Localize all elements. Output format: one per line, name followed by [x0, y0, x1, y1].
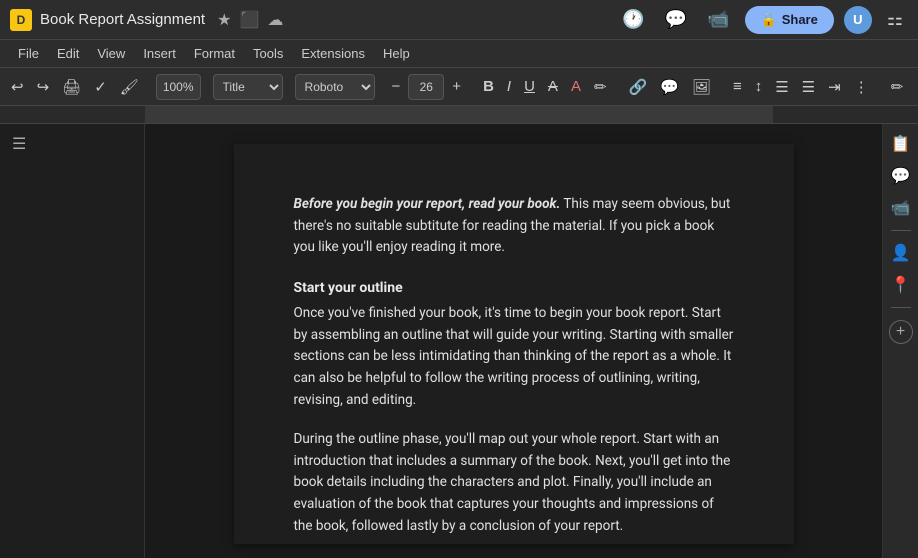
clear-format-button[interactable]: ⋮ [849, 75, 874, 99]
sidebar-toggle-button[interactable]: ☰ [12, 134, 26, 154]
star-icon[interactable]: ★ [217, 10, 231, 30]
font-size-minus-button[interactable]: − [387, 75, 406, 98]
spellcheck-button[interactable]: ✓ [89, 75, 112, 99]
para2-text: Once you've finished your book, it's tim… [294, 305, 734, 407]
menu-view[interactable]: View [89, 43, 133, 64]
voice-button[interactable]: ▲ [911, 75, 918, 98]
clipboard-icon[interactable]: 📋 [887, 130, 915, 158]
ruler-inner [145, 106, 773, 123]
font-size-input[interactable] [408, 74, 444, 100]
share-button[interactable]: 🔒 Share [745, 6, 834, 34]
maps-icon[interactable]: 📍 [887, 271, 915, 299]
bold-button[interactable]: B [478, 75, 499, 98]
para1-bold-italic: Before you begin your report, read your … [294, 196, 561, 212]
apps-icon[interactable]: ⚏ [882, 6, 908, 33]
menu-file[interactable]: File [10, 43, 47, 64]
menu-insert[interactable]: Insert [135, 43, 184, 64]
font-selector[interactable]: Roboto Arial Times New Roman [295, 74, 375, 100]
document-area[interactable]: Before you begin your report, read your … [145, 124, 882, 558]
linespace-button[interactable]: ↕ [750, 75, 768, 98]
paragraph-2: Start your outline Once you've finished … [294, 277, 734, 411]
right-panel: 📋 💬 📹 👤 📍 + [882, 124, 918, 558]
avatar[interactable]: U [844, 6, 872, 34]
strikethrough-button[interactable]: A [543, 75, 563, 98]
align-button[interactable]: ≡ [728, 75, 747, 98]
link-button[interactable]: 🔗 [624, 75, 653, 99]
right-divider [891, 230, 911, 231]
title-right: 🕐 💬 📹 🔒 Share U ⚏ [617, 6, 908, 34]
font-color-button[interactable]: A [566, 75, 586, 98]
indent-button[interactable]: ⇥ [823, 75, 846, 99]
checklist-button[interactable]: ☰ [770, 75, 793, 99]
document-page: Before you begin your report, read your … [234, 144, 794, 544]
menu-tools[interactable]: Tools [245, 43, 291, 64]
undo-button[interactable]: ↩ [6, 75, 29, 99]
share-lock-icon: 🔒 [761, 12, 777, 28]
menu-extensions[interactable]: Extensions [293, 43, 373, 64]
toolbar: ↩ ↪ 🖨 ✓ 🖌 100% Title Normal Heading 1 Ro… [0, 68, 918, 106]
left-panel: ☰ [0, 124, 145, 558]
draw-button[interactable]: ✏ [886, 75, 909, 99]
font-size-plus-button[interactable]: + [447, 75, 466, 98]
person-icon[interactable]: 👤 [887, 239, 915, 267]
video-sidebar-icon[interactable]: 📹 [887, 194, 915, 222]
list-button[interactable]: ☰ [797, 75, 820, 99]
paragraph-1: Before you begin your report, read your … [294, 194, 734, 259]
highlight-button[interactable]: ✏ [589, 75, 612, 99]
title-bar: D Book Report Assignment ★ ⬛ ☁ 🕐 💬 📹 🔒 S… [0, 0, 918, 40]
drive-icon[interactable]: ⬛ [239, 10, 259, 30]
style-selector[interactable]: Title Normal Heading 1 [213, 74, 283, 100]
menu-edit[interactable]: Edit [49, 43, 87, 64]
title-icons: ★ ⬛ ☁ [217, 10, 283, 30]
underline-button[interactable]: U [519, 75, 540, 98]
comment-sidebar-icon[interactable]: 💬 [887, 162, 915, 190]
app-icon: D [10, 9, 32, 31]
menu-format[interactable]: Format [186, 43, 243, 64]
add-plugin-button[interactable]: + [889, 320, 913, 344]
menu-help[interactable]: Help [375, 43, 418, 64]
ruler [0, 106, 918, 124]
chat-button[interactable]: 💬 [660, 6, 692, 33]
share-label: Share [782, 12, 818, 27]
history-button[interactable]: 🕐 [617, 6, 649, 33]
menu-bar: File Edit View Insert Format Tools Exten… [0, 40, 918, 68]
cloud-icon[interactable]: ☁ [267, 10, 283, 30]
paragraph-3: During the outline phase, you'll map out… [294, 429, 734, 537]
image-button[interactable]: 🖼 [687, 75, 716, 99]
right-divider-2 [891, 307, 911, 308]
paint-format-button[interactable]: 🖌 [115, 75, 144, 99]
italic-button[interactable]: I [502, 75, 516, 98]
doc-title: Book Report Assignment [40, 11, 205, 28]
video-button[interactable]: 📹 [702, 6, 734, 33]
heading-2: Start your outline [294, 277, 734, 299]
comment-button[interactable]: 💬 [655, 75, 684, 99]
main-area: ☰ Before you begin your report, read you… [0, 124, 918, 558]
redo-button[interactable]: ↪ [32, 75, 55, 99]
print-button[interactable]: 🖨 [57, 75, 86, 99]
zoom-selector[interactable]: 100% [156, 74, 201, 100]
